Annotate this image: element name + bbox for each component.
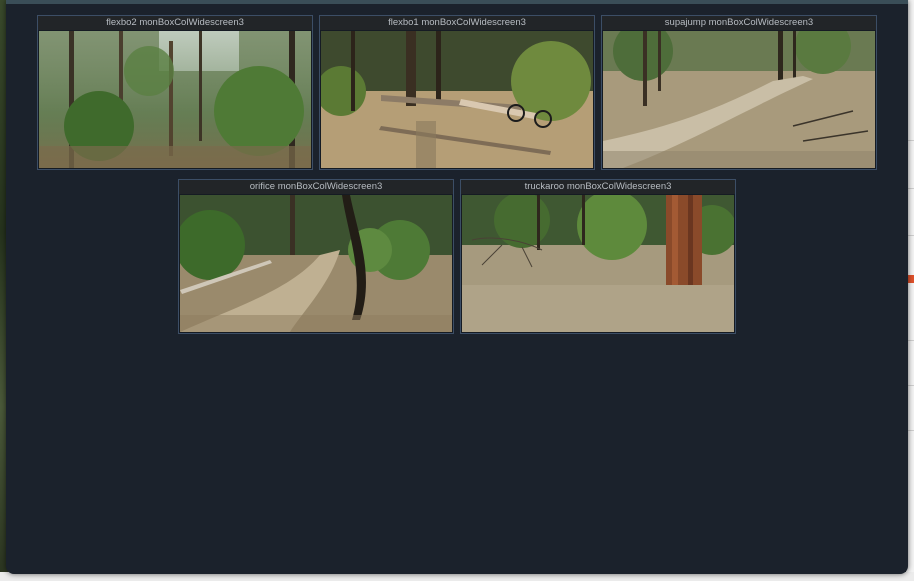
tile-title: supajump monBoxColWidescreen3 bbox=[602, 16, 876, 30]
monitor-tile-flexbo2[interactable]: flexbo2 monBoxColWidescreen3 bbox=[37, 15, 313, 170]
tile-camera-image[interactable] bbox=[462, 195, 734, 332]
monitor-tile-flexbo1[interactable]: flexbo1 monBoxColWidescreen3 bbox=[319, 15, 595, 170]
tile-camera-image[interactable] bbox=[321, 31, 593, 168]
forest-photo bbox=[180, 195, 452, 332]
forest-photo bbox=[321, 31, 593, 168]
tile-camera-image[interactable] bbox=[603, 31, 875, 168]
forest-photo bbox=[462, 195, 734, 332]
window-top-edge bbox=[6, 0, 908, 4]
tile-title: orifice monBoxColWidescreen3 bbox=[179, 180, 453, 194]
monitor-grid-window: flexbo2 monBoxColWidescreen3 flexbo1 mon… bbox=[6, 0, 908, 574]
forest-photo bbox=[603, 31, 875, 168]
tile-title: truckaroo monBoxColWidescreen3 bbox=[461, 180, 735, 194]
tile-title: flexbo2 monBoxColWidescreen3 bbox=[38, 16, 312, 30]
monitor-tile-supajump[interactable]: supajump monBoxColWidescreen3 bbox=[601, 15, 877, 170]
tile-title: flexbo1 monBoxColWidescreen3 bbox=[320, 16, 594, 30]
tile-camera-image[interactable] bbox=[180, 195, 452, 332]
forest-photo bbox=[39, 31, 311, 168]
monitor-tile-truckaroo[interactable]: truckaroo monBoxColWidescreen3 bbox=[460, 179, 736, 334]
tile-camera-image[interactable] bbox=[39, 31, 311, 168]
monitor-tile-orifice[interactable]: orifice monBoxColWidescreen3 bbox=[178, 179, 454, 334]
